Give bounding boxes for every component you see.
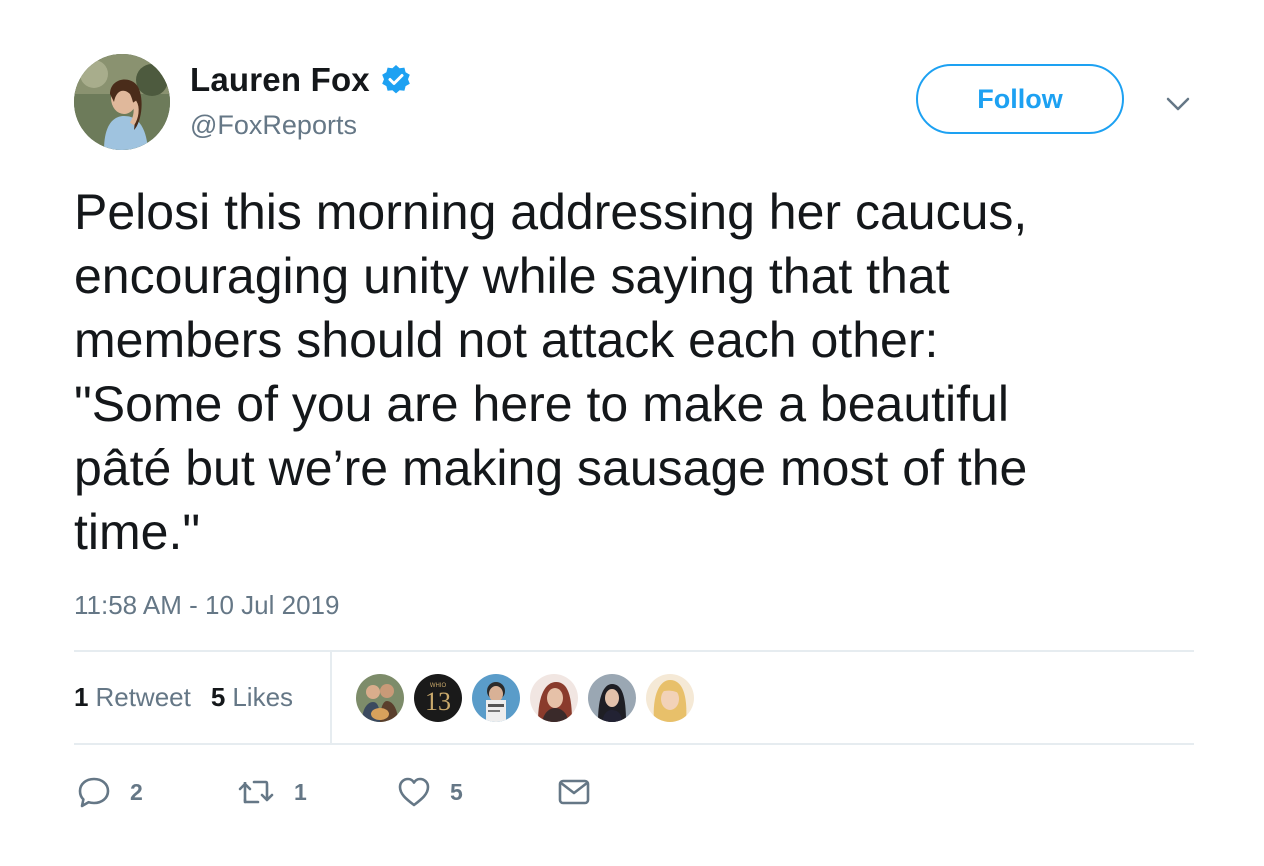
heart-icon (398, 777, 430, 807)
retweet-count: 1 (294, 778, 307, 805)
chevron-down-icon[interactable] (1164, 90, 1192, 118)
retweet-button[interactable]: 1 (236, 774, 396, 810)
liker-avatar-6[interactable] (646, 674, 694, 722)
like-button[interactable]: 5 (396, 774, 556, 810)
verified-badge-icon (380, 64, 412, 96)
retweet-icon (238, 780, 274, 804)
divider (74, 743, 1194, 745)
author-avatar[interactable] (74, 54, 170, 150)
likes-label: Likes (232, 682, 294, 712)
envelope-icon (558, 779, 590, 805)
svg-text:WHIO: WHIO (430, 683, 447, 689)
reply-icon (78, 777, 110, 808)
tweet-text: Pelosi this morning addressing her caucu… (74, 184, 1028, 560)
liker-avatar-1[interactable] (356, 674, 404, 722)
display-name[interactable]: Lauren Fox (190, 61, 370, 99)
likers-avatars: 13 WHIO (356, 674, 704, 722)
likes-count: 5 (210, 682, 226, 712)
liker-avatar-3[interactable] (472, 674, 520, 722)
reply-count: 2 (130, 778, 143, 805)
follow-button[interactable]: Follow (916, 64, 1124, 134)
tweet-card: Lauren Fox @FoxReports Follow Pelosi thi… (0, 0, 1264, 866)
svg-text:13: 13 (425, 687, 451, 716)
author-name-row[interactable]: Lauren Fox (190, 60, 412, 100)
like-count: 5 (450, 778, 463, 805)
direct-message-button[interactable] (556, 774, 592, 810)
reply-button[interactable]: 2 (76, 774, 236, 810)
retweets-stat[interactable]: 1 Retweet (74, 682, 191, 713)
tweet-stats: 1 Retweet 5 Likes (74, 652, 332, 743)
liker-avatar-5[interactable] (588, 674, 636, 722)
likes-stat[interactable]: 5 Likes (211, 682, 293, 713)
tweet-timestamp[interactable]: 11:58 AM - 10 Jul 2019 (74, 590, 339, 621)
liker-avatar-2[interactable]: 13 WHIO (414, 674, 462, 722)
liker-avatar-4[interactable] (530, 674, 578, 722)
action-bar: 2 1 5 (76, 772, 592, 812)
profile-photo-icon (74, 54, 170, 150)
retweets-label: Retweet (95, 682, 191, 712)
retweets-count: 1 (74, 682, 89, 712)
author-handle[interactable]: @FoxReports (190, 110, 357, 141)
